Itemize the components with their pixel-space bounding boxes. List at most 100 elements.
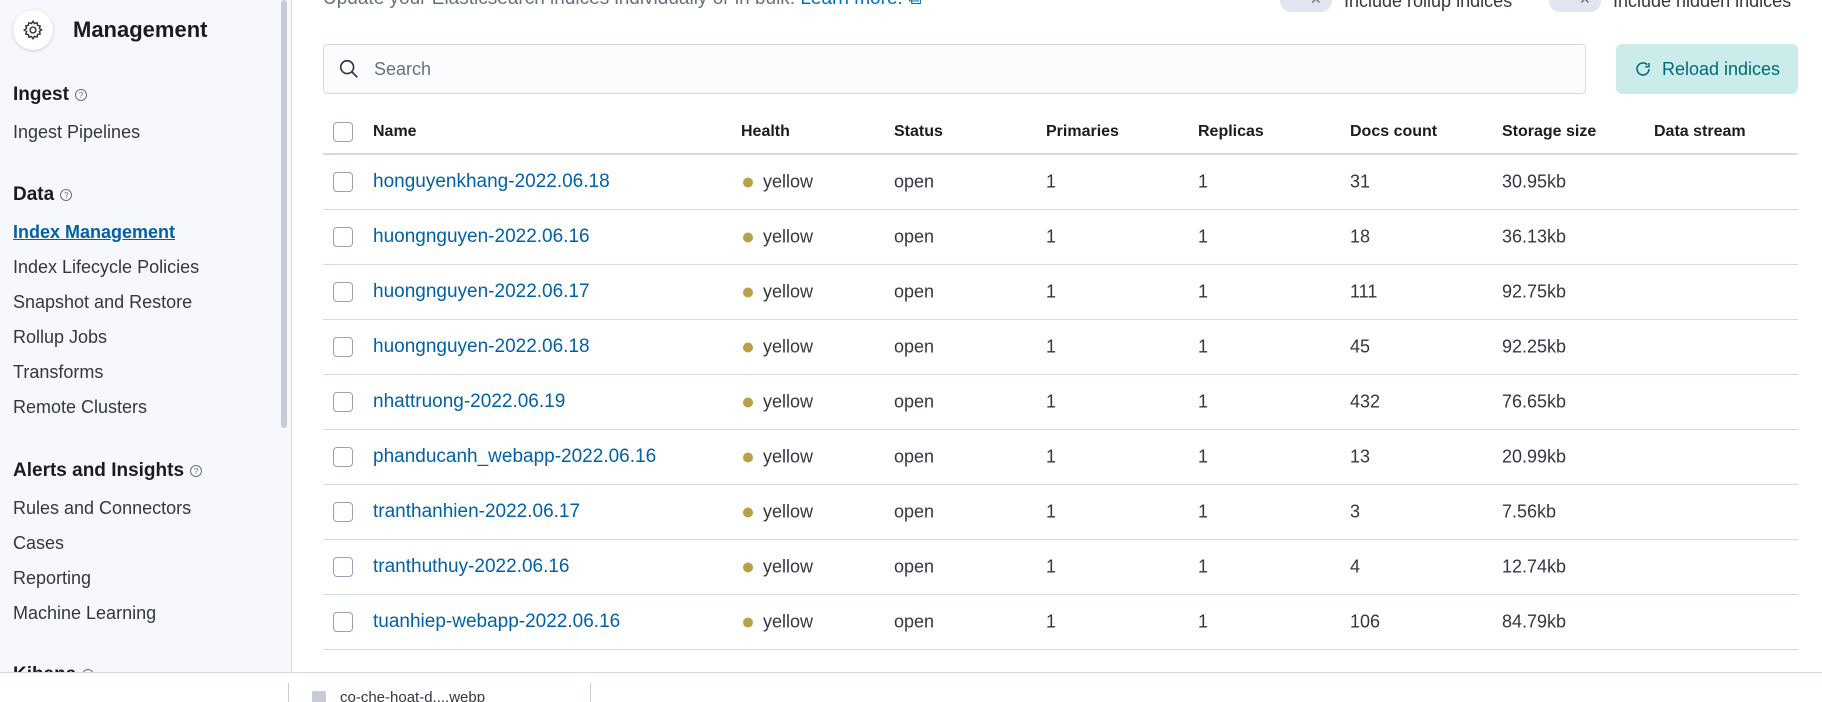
index-name-link[interactable]: honguyenkhang-2022.06.18 bbox=[373, 171, 610, 193]
table-row: huongnguyen-2022.06.17 yellow open 1 1 111 92.… bbox=[323, 265, 1798, 320]
status-cell: open bbox=[894, 281, 935, 302]
search-icon bbox=[339, 59, 358, 78]
primaries-cell: 1 bbox=[1046, 611, 1057, 632]
help-icon[interactable]: ? bbox=[74, 89, 87, 101]
table-body: honguyenkhang-2022.06.18 yellow open 1 1 31 30… bbox=[323, 155, 1798, 650]
row-checkbox[interactable] bbox=[333, 502, 353, 522]
section-data: Data ? bbox=[13, 184, 73, 206]
replicas-cell: 1 bbox=[1198, 611, 1209, 632]
row-checkbox[interactable] bbox=[333, 337, 353, 357]
reload-indices-button[interactable]: Reload indices bbox=[1616, 44, 1798, 94]
storage-size-cell: 76.65kb bbox=[1502, 391, 1567, 412]
download-item[interactable]: co-che-hoat-d....webp bbox=[312, 689, 485, 702]
table-row: tranthanhien-2022.06.17 yellow open 1 1 3 7.56… bbox=[323, 485, 1798, 540]
health-status-dot-icon bbox=[743, 452, 753, 462]
index-name-link[interactable]: nhattruong-2022.06.19 bbox=[373, 391, 565, 413]
learn-more-link[interactable]: Learn more. bbox=[800, 0, 902, 9]
primaries-cell: 1 bbox=[1046, 446, 1057, 467]
index-name-link[interactable]: huongnguyen-2022.06.16 bbox=[373, 226, 590, 248]
sidebar-item-cases[interactable]: Cases bbox=[13, 533, 64, 554]
column-header-name[interactable]: Name bbox=[373, 123, 417, 141]
help-icon[interactable]: ? bbox=[60, 189, 73, 201]
index-name-link[interactable]: huongnguyen-2022.06.17 bbox=[373, 281, 590, 303]
health-cell: yellow bbox=[743, 447, 813, 468]
column-header-data-stream[interactable]: Data stream bbox=[1654, 123, 1746, 141]
table-row: honguyenkhang-2022.06.18 yellow open 1 1 31 30… bbox=[323, 155, 1798, 210]
docs-count-cell: 4 bbox=[1350, 556, 1361, 577]
toggle-switch[interactable] bbox=[1549, 0, 1601, 12]
management-gear-icon[interactable] bbox=[13, 10, 53, 50]
health-status-dot-icon bbox=[743, 617, 753, 627]
health-label: yellow bbox=[763, 281, 814, 302]
select-all-checkbox[interactable] bbox=[333, 121, 353, 142]
row-checkbox[interactable] bbox=[333, 612, 353, 632]
include-rollup-toggle[interactable]: Include rollup indices bbox=[1280, 0, 1512, 12]
row-checkbox[interactable] bbox=[333, 557, 353, 577]
primaries-cell: 1 bbox=[1046, 336, 1057, 357]
status-cell: open bbox=[894, 446, 935, 467]
column-header-health[interactable]: Health bbox=[741, 123, 790, 141]
sidebar-item-snapshot-restore[interactable]: Snapshot and Restore bbox=[13, 292, 192, 313]
docs-count-cell: 45 bbox=[1350, 336, 1371, 357]
row-checkbox[interactable] bbox=[333, 282, 353, 302]
row-checkbox[interactable] bbox=[333, 392, 353, 412]
primaries-cell: 1 bbox=[1046, 171, 1057, 192]
index-name-link[interactable]: tranthanhien-2022.06.17 bbox=[373, 501, 580, 523]
divider bbox=[590, 683, 591, 702]
health-label: yellow bbox=[763, 446, 814, 467]
indices-table: Name Health Status Primaries Replicas Do… bbox=[323, 110, 1798, 650]
docs-count-cell: 3 bbox=[1350, 501, 1361, 522]
sidebar-title: Management bbox=[73, 17, 208, 42]
sidebar-item-index-management[interactable]: Index Management bbox=[13, 222, 175, 243]
index-name-link[interactable]: huongnguyen-2022.06.18 bbox=[373, 336, 590, 358]
sidebar-item-transforms[interactable]: Transforms bbox=[13, 362, 103, 383]
storage-size-cell: 20.99kb bbox=[1502, 446, 1567, 467]
health-label: yellow bbox=[763, 501, 814, 522]
column-header-replicas[interactable]: Replicas bbox=[1198, 123, 1264, 141]
row-checkbox[interactable] bbox=[333, 447, 353, 467]
replicas-cell: 1 bbox=[1198, 446, 1209, 467]
storage-size-cell: 12.74kb bbox=[1502, 556, 1567, 577]
table-row: tuanhiep-webapp-2022.06.16 yellow open 1 1 10… bbox=[323, 595, 1798, 650]
download-bar: co-che-hoat-d....webp bbox=[0, 672, 1822, 702]
health-status-dot-icon bbox=[743, 177, 753, 187]
section-ingest: Ingest ? bbox=[13, 84, 87, 106]
row-checkbox[interactable] bbox=[333, 227, 353, 247]
health-cell: yellow bbox=[743, 557, 813, 578]
column-header-docs-count[interactable]: Docs count bbox=[1350, 123, 1437, 141]
toggle-switch[interactable] bbox=[1280, 0, 1332, 12]
index-name-link[interactable]: tuanhiep-webapp-2022.06.16 bbox=[373, 611, 620, 633]
health-status-dot-icon bbox=[743, 342, 753, 352]
include-hidden-toggle[interactable]: Include hidden indices bbox=[1549, 0, 1791, 12]
storage-size-cell: 36.13kb bbox=[1502, 226, 1567, 247]
sidebar-item-reporting[interactable]: Reporting bbox=[13, 568, 91, 589]
replicas-cell: 1 bbox=[1198, 336, 1209, 357]
divider bbox=[288, 683, 289, 702]
health-status-dot-icon bbox=[743, 397, 753, 407]
health-label: yellow bbox=[763, 611, 814, 632]
index-name-link[interactable]: phanducanh_webapp-2022.06.16 bbox=[373, 446, 656, 468]
sidebar-scrollbar[interactable] bbox=[281, 0, 287, 428]
page-description: Update your Elasticsearch indices indivi… bbox=[323, 0, 922, 10]
status-cell: open bbox=[894, 171, 935, 192]
health-cell: yellow bbox=[743, 612, 813, 633]
sidebar-item-index-lifecycle-policies[interactable]: Index Lifecycle Policies bbox=[13, 257, 199, 278]
column-header-status[interactable]: Status bbox=[894, 123, 943, 141]
table-row: tranthuthuy-2022.06.16 yellow open 1 1 4 12.74… bbox=[323, 540, 1798, 595]
sidebar-item-remote-clusters[interactable]: Remote Clusters bbox=[13, 397, 147, 418]
column-header-storage-size[interactable]: Storage size bbox=[1502, 123, 1596, 141]
sidebar-item-machine-learning[interactable]: Machine Learning bbox=[13, 603, 156, 624]
sidebar-item-rules-connectors[interactable]: Rules and Connectors bbox=[13, 498, 191, 519]
sidebar-item-rollup-jobs[interactable]: Rollup Jobs bbox=[13, 327, 107, 348]
row-checkbox[interactable] bbox=[333, 172, 353, 192]
docs-count-cell: 432 bbox=[1350, 391, 1381, 412]
primaries-cell: 1 bbox=[1046, 501, 1057, 522]
search-box[interactable] bbox=[323, 44, 1586, 94]
replicas-cell: 1 bbox=[1198, 391, 1209, 412]
column-header-primaries[interactable]: Primaries bbox=[1046, 123, 1119, 141]
index-name-link[interactable]: tranthuthuy-2022.06.16 bbox=[373, 556, 570, 578]
help-icon[interactable]: ? bbox=[190, 465, 203, 477]
replicas-cell: 1 bbox=[1198, 226, 1209, 247]
search-input[interactable] bbox=[374, 58, 1474, 80]
sidebar-item-ingest-pipelines[interactable]: Ingest Pipelines bbox=[13, 122, 140, 143]
